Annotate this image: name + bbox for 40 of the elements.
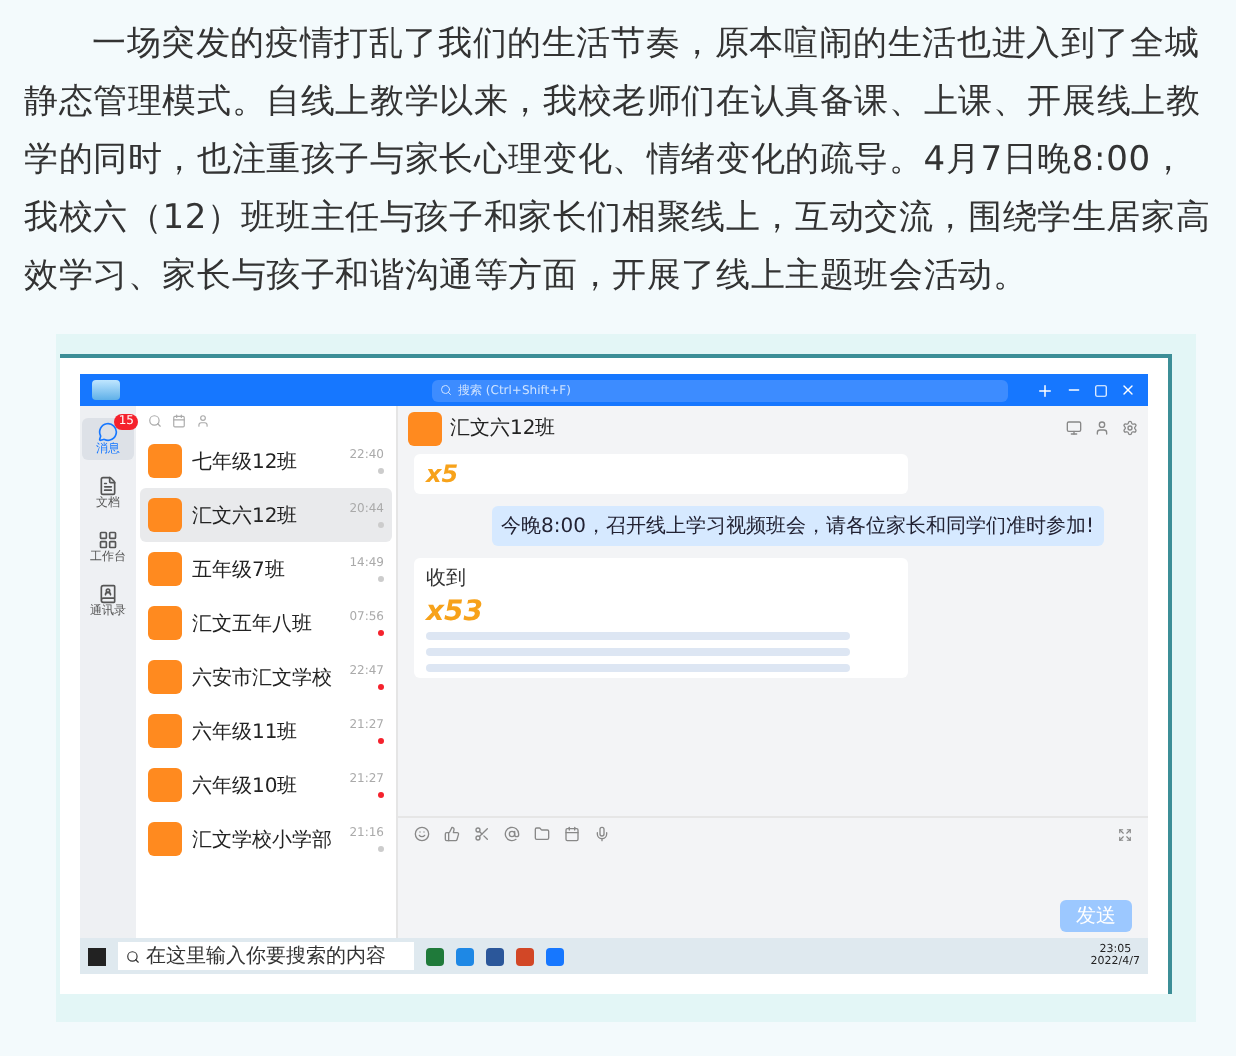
reply-count: x53 bbox=[426, 596, 486, 628]
group-avatar bbox=[408, 411, 442, 445]
article-paragraph: 一场突发的疫情打乱了我们的生活节奏，原本喧闹的生活也进入到了全城静态管理模式。自线上教学以来，我校老师们在认真备课、上课、开展线上教学的同时，也注重孩子与家长心理变化、情绪变化的疏导。4月7日晚8:00，我校六（12）班班主任与孩子和家长们相聚线上，互动交流，围绕学生居家高效学习、家长与孩子和谐沟通等方面，开展了线上主题班会活动。 bbox=[22, 22, 1213, 300]
card-title: 收到 bbox=[426, 566, 468, 592]
maximize-icon[interactable] bbox=[1094, 383, 1108, 397]
folder-icon[interactable] bbox=[534, 826, 550, 842]
user-icon bbox=[196, 413, 210, 427]
group-avatar bbox=[148, 444, 182, 478]
calendar-icon[interactable] bbox=[564, 826, 580, 842]
user-icon[interactable] bbox=[1094, 420, 1110, 436]
add-icon[interactable] bbox=[1036, 381, 1054, 399]
group-avatar bbox=[148, 498, 182, 532]
chat-bubble-icon bbox=[98, 422, 118, 442]
taskbar-search-field[interactable]: 在这里输入你要搜索的内容 bbox=[118, 942, 414, 970]
expand-icon[interactable] bbox=[1118, 827, 1132, 841]
scissors-icon[interactable] bbox=[474, 826, 490, 842]
close-icon[interactable] bbox=[1120, 382, 1136, 398]
search-icon bbox=[440, 384, 452, 396]
settings-icon[interactable] bbox=[1122, 420, 1138, 436]
group-avatar bbox=[148, 660, 182, 694]
grid-icon bbox=[98, 530, 118, 550]
search-icon bbox=[148, 413, 162, 427]
emoji-icon[interactable] bbox=[414, 826, 430, 842]
message-bubble: 今晚8:00，召开线上学习视频班会，请各位家长和同学们准时参加! bbox=[491, 506, 1104, 546]
group-avatar bbox=[148, 552, 182, 586]
chat-title: 汇文六12班 bbox=[450, 415, 556, 442]
group-avatar bbox=[148, 822, 182, 856]
mic-icon[interactable] bbox=[594, 826, 610, 842]
reaction-count: x5 bbox=[426, 460, 461, 488]
group-avatar bbox=[148, 714, 182, 748]
contacts-icon bbox=[98, 584, 118, 604]
document-icon bbox=[98, 476, 118, 496]
group-avatar bbox=[148, 768, 182, 802]
group-avatar bbox=[148, 606, 182, 640]
screen-icon[interactable] bbox=[1066, 420, 1082, 436]
calendar-icon bbox=[172, 413, 186, 427]
mention-icon[interactable] bbox=[504, 826, 520, 842]
search-icon bbox=[126, 949, 140, 963]
app-logo-icon bbox=[92, 380, 120, 400]
thumbs-up-icon[interactable] bbox=[444, 826, 460, 842]
